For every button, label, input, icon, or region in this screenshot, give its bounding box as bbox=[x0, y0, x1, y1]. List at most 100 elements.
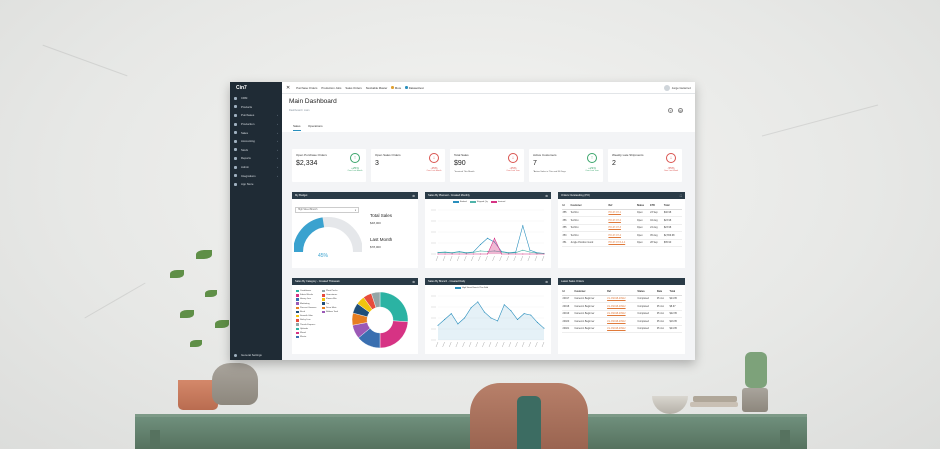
legend-item[interactable]: Invoiced bbox=[490, 201, 505, 203]
legend-item[interactable]: Wusta bbox=[296, 335, 316, 339]
column-header[interactable]: Customer bbox=[573, 288, 607, 296]
legend-item[interactable]: Shipped Qty bbox=[469, 201, 488, 203]
sidebar-item-purchases[interactable]: Purchases › bbox=[230, 111, 282, 120]
order-ref-link[interactable]: PO-07-07-3 bbox=[607, 224, 637, 232]
budget-panel: My Budget ⚙ High Street Branch ▾ 45% Total… bbox=[292, 192, 418, 268]
legend-item[interactable]: Ribbon Tank bbox=[322, 310, 338, 314]
data-point bbox=[536, 253, 538, 255]
column-header[interactable]: Ref bbox=[606, 288, 637, 296]
table-cell: 20017 bbox=[562, 295, 574, 303]
more-menu[interactable]: More bbox=[391, 86, 401, 90]
table-row[interactable]: 20021 Cameron Beginner LS-CS018-20912 Compl… bbox=[562, 325, 682, 333]
data-point bbox=[458, 251, 460, 253]
table-row[interactable]: 355 TechCo PO-07-07-3 Open 24 Aug $23.98 bbox=[562, 224, 682, 232]
sales-branch-panel: Sales By Branch - Created Daily ⚙ High St… bbox=[425, 278, 551, 354]
sidebar-item-sales[interactable]: Sales › bbox=[230, 128, 282, 137]
order-ref-link[interactable]: LS-CS018-20912 bbox=[606, 295, 637, 303]
column-header[interactable]: Total bbox=[669, 288, 682, 296]
column-header[interactable]: Customer bbox=[569, 202, 608, 210]
legend-label: Gemstones bbox=[326, 294, 338, 297]
x-tick-mark bbox=[442, 255, 446, 262]
table-row[interactable]: 20018 Cameron Beginner LS-CS018-20912 Compl… bbox=[562, 302, 682, 311]
gear-icon[interactable]: ⚙ bbox=[545, 194, 548, 198]
data-point bbox=[465, 252, 467, 254]
sidebar-item-integrations[interactable]: Integrations › bbox=[230, 171, 282, 180]
sidebar-item-reports[interactable]: Reports › bbox=[230, 154, 282, 163]
kpi-card[interactable]: Weekly Late Shipments 2 ↓ -55% Over Last Wee… bbox=[608, 149, 682, 182]
general-settings-link[interactable]: General Settings bbox=[230, 352, 282, 358]
user-menu[interactable]: Jorge Gutierrez bbox=[663, 84, 691, 91]
data-point bbox=[479, 244, 481, 246]
table-row[interactable]: 20019 Cameron Beginner LS-CS018-20912 Compl… bbox=[562, 310, 682, 318]
column-header[interactable]: Total bbox=[663, 202, 682, 210]
kpi-card[interactable]: Open Sales Orders 3 ↓ -45% Over Last Month bbox=[371, 149, 445, 182]
order-ref-link[interactable]: PO-07-07-2 bbox=[607, 216, 637, 225]
order-ref-link[interactable]: PO-07-07-4 bbox=[607, 231, 637, 240]
table-row[interactable]: 356 TechCo PO-07-07-2 Open 04 Aug $23.98 bbox=[562, 216, 682, 225]
legend-item[interactable]: Booked bbox=[453, 201, 467, 203]
more-label: More bbox=[394, 85, 402, 90]
breadcrumb[interactable]: Dashboard / main bbox=[289, 109, 309, 112]
data-point bbox=[510, 310, 512, 312]
sidebar-item-production[interactable]: Production › bbox=[230, 120, 282, 129]
settings-icon[interactable]: ⚙ bbox=[678, 108, 683, 113]
table-row[interactable]: 20020 Cameron Beginner LS-CS018-20912 Compl… bbox=[562, 317, 682, 326]
order-ref-link[interactable]: LS-CS018-20912 bbox=[606, 325, 637, 333]
topbar-link-stockable-master[interactable]: Stockable Master bbox=[366, 86, 388, 90]
kpi-title: Weekly Late Shipments bbox=[612, 153, 644, 157]
topbar-link-production-jobs[interactable]: Production Jobs bbox=[321, 86, 341, 90]
tab-sales[interactable]: Sales bbox=[293, 124, 301, 131]
chevron-right-icon: › bbox=[277, 173, 278, 178]
table-row[interactable]: 355 TechCo PO-07-07-1 Open 23 Sep $40.98 bbox=[562, 209, 682, 217]
column-header[interactable]: Date bbox=[656, 288, 670, 296]
table-row[interactable]: 20017 Cameron Beginner LS-CS018-20912 Compl… bbox=[562, 295, 682, 303]
table-cell: $16.95 bbox=[669, 317, 682, 326]
column-header[interactable]: Id bbox=[562, 288, 574, 296]
gear-icon[interactable]: ⚙ bbox=[412, 280, 415, 284]
column-header[interactable]: Id bbox=[562, 202, 570, 210]
kpi-card[interactable]: Total Sales $90 *Invoiced This Month ↓ -25% O… bbox=[450, 149, 524, 182]
topbar-link-sales-orders[interactable]: Sales Orders bbox=[345, 86, 361, 90]
close-icon[interactable]: ✕ bbox=[286, 85, 290, 91]
kpi-note: *Active Sales in This and 30 Days bbox=[533, 171, 566, 173]
order-ref-link[interactable]: PO-07-07-5-4-4 bbox=[607, 239, 637, 247]
data-point bbox=[470, 307, 472, 309]
table-row[interactable]: 351 Jungle Position Good PO-07-07-5-4-4 Ope… bbox=[562, 239, 682, 247]
sidebar-item-stock[interactable]: Stock › bbox=[230, 146, 282, 155]
table-cell: $8.97 bbox=[669, 302, 682, 311]
table-cell: Completed bbox=[636, 325, 657, 333]
table-row[interactable]: 353 TechCo PO-07-07-4 Open 05 Aug $2,659.98 bbox=[562, 231, 682, 240]
sidebar-item-accounting[interactable]: Accounting › bbox=[230, 137, 282, 146]
column-header[interactable]: ETD bbox=[649, 202, 664, 210]
table-cell: 05 Jun bbox=[656, 325, 670, 333]
help-icon[interactable]: ? bbox=[668, 108, 673, 113]
arrow-up-icon: ↑ bbox=[587, 153, 597, 163]
expand-icon[interactable]: ⛶ bbox=[680, 194, 682, 198]
gear-icon[interactable]: ⚙ bbox=[545, 280, 548, 284]
topbar-link-purchase-orders[interactable]: Purchase Orders bbox=[296, 86, 317, 90]
app-logo[interactable]: Cin7 bbox=[230, 82, 282, 94]
data-point bbox=[450, 313, 452, 315]
kpi-card[interactable]: Open Purchase Orders $2,334 ↑ +25% Over Last… bbox=[292, 149, 366, 182]
branch-select[interactable]: High Street Branch ▾ bbox=[295, 207, 359, 213]
data-point bbox=[457, 323, 459, 325]
sidebar-item-app-store[interactable]: App Store bbox=[230, 180, 282, 189]
column-header[interactable]: Ref bbox=[607, 202, 637, 210]
column-header[interactable]: Status bbox=[636, 288, 657, 296]
sidebar-item-products[interactable]: Products bbox=[230, 103, 282, 112]
order-ref-link[interactable]: LS-CS018-20912 bbox=[606, 302, 637, 311]
tab-operations[interactable]: Operations bbox=[308, 124, 323, 130]
sales-branch-legend: High Street Branch Plan Sold bbox=[455, 287, 488, 289]
sidebar-item-crm[interactable]: CRM bbox=[230, 94, 282, 103]
dataset-chip[interactable]: Dataset/test bbox=[405, 86, 424, 90]
data-point bbox=[479, 253, 481, 255]
column-header[interactable]: Status bbox=[636, 202, 650, 210]
gear-icon[interactable]: ⚙ bbox=[412, 194, 415, 198]
kpi-card[interactable]: Active Customers 7 *Active Sales in This a… bbox=[529, 149, 603, 182]
x-tick-mark bbox=[464, 255, 467, 262]
order-ref-link[interactable]: LS-CS018-20912 bbox=[606, 317, 637, 326]
gauge-percent: 45% bbox=[318, 253, 329, 259]
sidebar-item-admin[interactable]: Admin › bbox=[230, 163, 282, 172]
order-ref-link[interactable]: PO-07-07-1 bbox=[607, 209, 637, 217]
order-ref-link[interactable]: LS-CS018-20912 bbox=[606, 310, 637, 318]
